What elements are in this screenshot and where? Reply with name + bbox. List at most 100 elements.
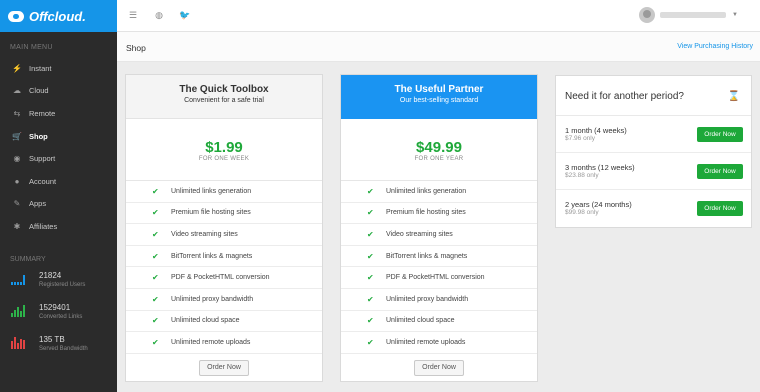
option-price: $23.88 only: [565, 172, 599, 179]
cloud-icon: ☁: [13, 86, 21, 96]
remote-icon: ⇆: [13, 108, 21, 118]
stat-converted-links: 1529401 Converted Links: [0, 303, 117, 335]
feature-item: ✔ Unlimited remote uploads: [126, 332, 322, 354]
feature-label: PDF & PocketHTML conversion: [171, 274, 270, 282]
sidebar: Offcloud. MAIN MENU ⚡ Instant ☁ Cloud ⇆ …: [0, 0, 117, 392]
check-icon: ✔: [152, 229, 159, 239]
sidebar-item-label: Cloud: [29, 86, 49, 96]
stat-value: 135 TB: [39, 334, 65, 344]
check-icon: ✔: [367, 273, 374, 283]
feature-item: ✔ Unlimited links generation: [341, 181, 537, 203]
option-name: 3 months (12 weeks): [565, 163, 635, 172]
page-title: Shop: [126, 43, 146, 53]
period-option: 3 months (12 weeks) $23.88 only Order No…: [556, 153, 751, 190]
top-bar: ☰ ◍ 🐦 ▼: [117, 0, 760, 32]
sidebar-item-instant[interactable]: ⚡ Instant: [0, 57, 117, 80]
option-price: $99.98 only: [565, 209, 599, 216]
chevron-down-icon: ▼: [732, 12, 738, 18]
panel-header: Need it for another period? ⌛: [556, 76, 751, 116]
check-icon: ✔: [152, 208, 159, 218]
feature-item: ✔ Unlimited cloud space: [341, 311, 537, 333]
sidebar-item-support[interactable]: ◉ Support: [0, 147, 117, 170]
other-period-panel: Need it for another period? ⌛ 1 month (4…: [555, 75, 752, 228]
sidebar-item-account[interactable]: ● Account: [0, 170, 117, 193]
sidebar-item-remote[interactable]: ⇆ Remote: [0, 102, 117, 125]
order-now-button[interactable]: Order Now: [697, 164, 743, 179]
period-option: 2 years (24 months) $99.98 only Order No…: [556, 190, 751, 227]
order-now-button[interactable]: Order Now: [697, 201, 743, 216]
feature-label: Unlimited cloud space: [386, 317, 455, 325]
page-header: Shop View Purchasing History: [117, 32, 760, 62]
sidebar-item-label: Support: [29, 154, 56, 164]
panel-title: Need it for another period?: [565, 91, 684, 102]
feature-label: Unlimited links generation: [386, 187, 467, 195]
check-icon: ✔: [367, 337, 374, 347]
username-blurred: [660, 12, 727, 18]
period-option: 1 month (4 weeks) $7.96 only Order Now: [556, 116, 751, 153]
feature-item: ✔ Unlimited links generation: [126, 181, 322, 203]
price-area: $49.99 FOR ONE YEAR: [341, 119, 537, 181]
check-icon: ✔: [367, 251, 374, 261]
plan-subtitle: Our best-selling standard: [399, 97, 479, 104]
stat-bars-icon: [11, 336, 25, 349]
stat-bars-icon: [11, 304, 25, 317]
feature-label: Video streaming sites: [171, 230, 238, 238]
sidebar-item-cloud[interactable]: ☁ Cloud: [0, 80, 117, 103]
view-purchasing-history-link[interactable]: View Purchasing History: [677, 43, 753, 50]
stat-value: 1529401: [39, 302, 71, 312]
feature-item: ✔ Premium file hosting sites: [126, 203, 322, 225]
sidebar-item-shop[interactable]: 🛒 Shop: [0, 125, 117, 148]
order-now-button[interactable]: Order Now: [199, 359, 249, 376]
hourglass-icon: ⌛: [727, 91, 740, 102]
apps-icon: ✎: [13, 199, 21, 209]
order-now-button[interactable]: Order Now: [697, 127, 743, 142]
lightning-icon: ⚡: [12, 63, 22, 73]
twitter-icon[interactable]: 🐦: [172, 10, 198, 21]
feature-label: Video streaming sites: [386, 230, 453, 238]
check-icon: ✔: [152, 316, 159, 326]
plan-subtitle: Convenient for a safe trial: [184, 97, 264, 104]
avatar: [639, 7, 656, 23]
plan-name: The Useful Partner: [394, 84, 484, 95]
option-name: 1 month (4 weeks): [565, 126, 627, 135]
affiliates-icon: ✱: [13, 221, 21, 231]
menu-icon[interactable]: ☰: [120, 10, 146, 21]
feature-label: Unlimited proxy bandwidth: [171, 295, 254, 303]
feature-item: ✔ Unlimited remote uploads: [341, 332, 537, 354]
feature-item: ✔ Unlimited proxy bandwidth: [341, 289, 537, 311]
sidebar-item-affiliates[interactable]: ✱ Affiliates: [0, 215, 117, 238]
plan-price: $49.99: [416, 139, 462, 156]
feature-item: ✔ BitTorrent links & magnets: [126, 246, 322, 268]
feature-label: Unlimited remote uploads: [386, 338, 466, 346]
globe-icon[interactable]: ◍: [146, 10, 172, 21]
feature-label: Premium file hosting sites: [386, 209, 466, 217]
check-icon: ✔: [152, 186, 159, 196]
check-icon: ✔: [367, 229, 374, 239]
feature-label: BitTorrent links & magnets: [386, 252, 468, 260]
check-icon: ✔: [367, 186, 374, 196]
plan-footer: Order Now: [341, 354, 537, 382]
order-now-button[interactable]: Order Now: [414, 359, 464, 376]
stat-served-bandwidth: 135 TB Served Bandwidth: [0, 335, 117, 367]
brand-name: Offcloud.: [29, 8, 86, 24]
feature-label: Premium file hosting sites: [171, 209, 251, 217]
stat-registered-users: 21824 Registered Users: [0, 271, 117, 303]
feature-item: ✔ PDF & PocketHTML conversion: [126, 267, 322, 289]
feature-item: ✔ BitTorrent links & magnets: [341, 246, 537, 268]
stat-bars-icon: [11, 273, 25, 285]
feature-label: Unlimited cloud space: [171, 317, 240, 325]
brand-logo[interactable]: Offcloud.: [0, 0, 117, 32]
check-icon: ✔: [152, 337, 159, 347]
plan-header: The Quick Toolbox Convenient for a safe …: [126, 75, 322, 119]
plan-card-useful-partner: The Useful Partner Our best-selling stan…: [340, 74, 538, 382]
sidebar-item-label: Remote: [29, 108, 56, 118]
plan-card-quick-toolbox: The Quick Toolbox Convenient for a safe …: [125, 74, 323, 382]
plan-price: $1.99: [205, 139, 243, 156]
sidebar-item-apps[interactable]: ✎ Apps: [0, 193, 117, 216]
user-menu[interactable]: ▼: [639, 7, 738, 23]
feature-label: PDF & PocketHTML conversion: [386, 274, 485, 282]
check-icon: ✔: [367, 208, 374, 218]
stat-label: Registered Users: [39, 281, 86, 288]
main-menu-title: MAIN MENU: [10, 44, 53, 51]
sidebar-item-label: Account: [29, 176, 57, 186]
